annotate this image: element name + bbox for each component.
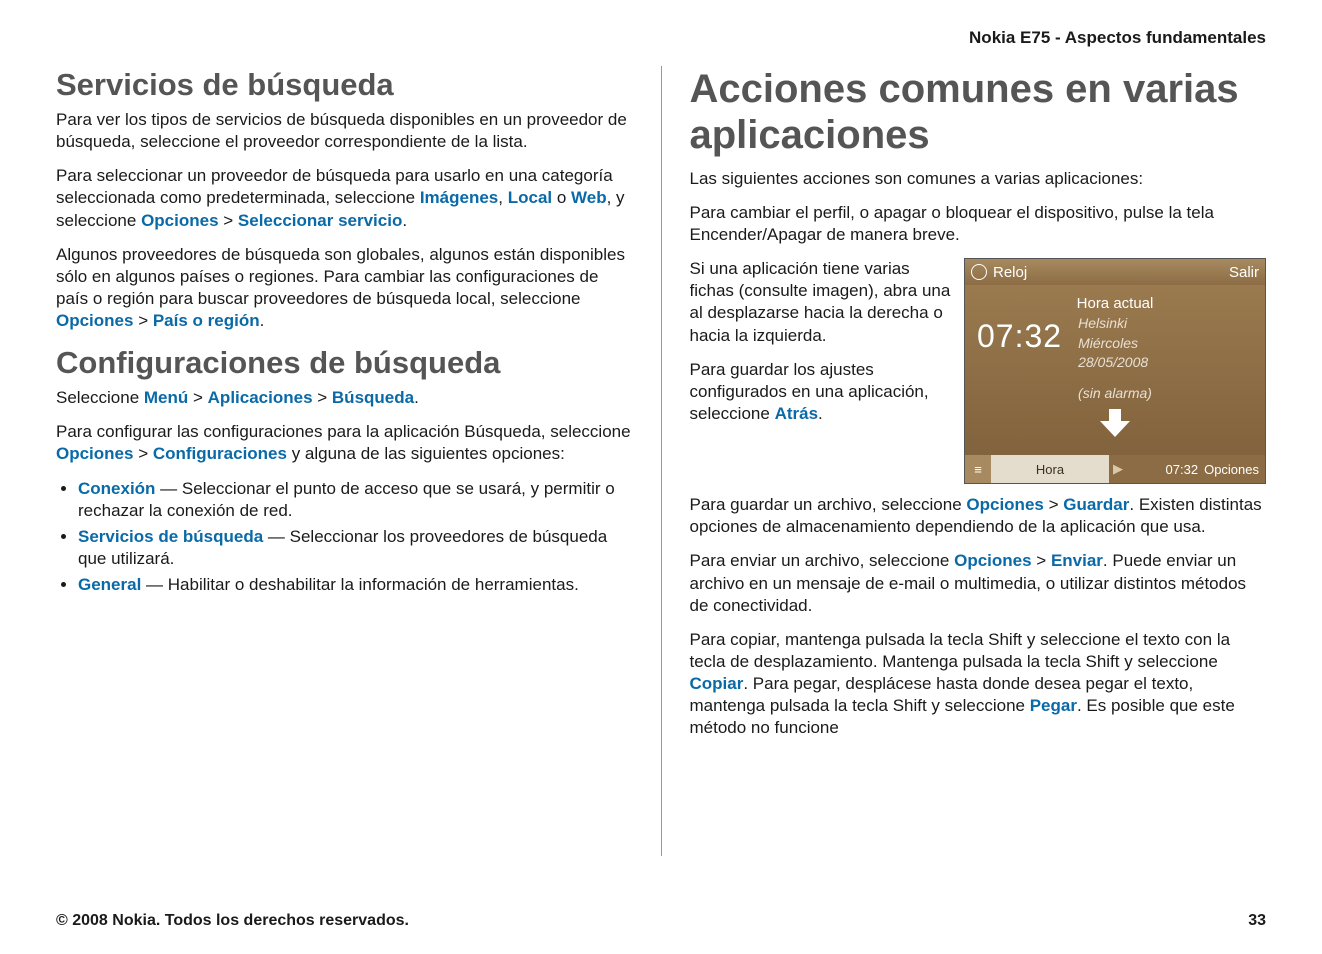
paragraph: Algunos proveedores de búsqueda son glob… [56, 244, 633, 332]
link-imagenes: Imágenes [420, 188, 498, 207]
heading-common-actions: Acciones comunes en varias aplicaciones [690, 66, 1267, 158]
phone-info: Helsinki Miércoles 28/05/2008 [1078, 314, 1148, 373]
clock-icon [971, 264, 987, 280]
link-atras: Atrás [775, 404, 818, 423]
term-general: General [78, 575, 141, 594]
page-header: Nokia E75 - Aspectos fundamentales [56, 28, 1266, 48]
link-local: Local [508, 188, 552, 207]
link-pais-region: País o región [153, 311, 260, 330]
link-copiar: Copiar [690, 674, 744, 693]
link-opciones: Opciones [56, 311, 133, 330]
paragraph: Para configurar las configuraciones para… [56, 421, 633, 465]
paragraph: Para copiar, mantenga pulsada la tecla S… [690, 629, 1267, 739]
two-column-layout: Servicios de búsqueda Para ver los tipos… [56, 66, 1266, 856]
phone-exit-label: Salir [1229, 264, 1259, 281]
bullet-list: Conexión — Seleccionar el punto de acces… [56, 478, 633, 596]
phone-tab-bar: ≡ Hora ▶ 07:32 Opciones [965, 455, 1265, 483]
link-aplicaciones: Aplicaciones [208, 388, 313, 407]
phone-alarm-status: (sin alarma) [977, 385, 1253, 401]
link-opciones: Opciones [56, 444, 133, 463]
link-enviar: Enviar [1051, 551, 1103, 570]
paragraph: Seleccione Menú > Aplicaciones > Búsqued… [56, 387, 633, 409]
phone-time: 07:32 [977, 314, 1062, 373]
chevron-right-icon: ▶ [1109, 455, 1127, 483]
paragraph: Las siguientes acciones son comunes a va… [690, 168, 1267, 190]
paragraph: Para ver los tipos de servicios de búsqu… [56, 109, 633, 153]
phone-titlebar: Reloj Salir [965, 259, 1265, 285]
link-guardar: Guardar [1063, 495, 1129, 514]
paragraph: Para cambiar el perfil, o apagar o bloqu… [690, 202, 1267, 246]
copyright: © 2008 Nokia. Todos los derechos reserva… [56, 912, 409, 930]
paragraph: Para seleccionar un proveedor de búsqued… [56, 165, 633, 231]
link-opciones: Opciones [966, 495, 1043, 514]
phone-hora-actual: Hora actual [977, 295, 1253, 312]
page-number: 33 [1248, 912, 1266, 930]
paragraph: Para guardar un archivo, seleccione Opci… [690, 494, 1267, 538]
link-opciones: Opciones [141, 211, 218, 230]
tab-hora: Hora [991, 455, 1109, 483]
arrow-down-icon [1100, 409, 1130, 439]
term-servicios: Servicios de búsqueda [78, 527, 263, 546]
list-item: Conexión — Seleccionar el punto de acces… [78, 478, 633, 522]
heading-search-config: Configuraciones de búsqueda [56, 344, 633, 381]
list-item: General — Habilitar o deshabilitar la in… [78, 574, 633, 596]
list-item: Servicios de búsqueda — Seleccionar los … [78, 526, 633, 570]
link-opciones: Opciones [954, 551, 1031, 570]
phone-softkey-right: 07:32 Opciones [1127, 455, 1265, 483]
link-configuraciones: Configuraciones [153, 444, 287, 463]
paragraph: Para enviar un archivo, seleccione Opcio… [690, 550, 1267, 616]
phone-screenshot: Reloj Salir Hora actual 07:32 Helsinki M… [964, 258, 1266, 484]
page-footer: © 2008 Nokia. Todos los derechos reserva… [56, 912, 1266, 930]
phone-app-title: Reloj [993, 264, 1027, 281]
right-column: Acciones comunes en varias aplicaciones … [661, 66, 1267, 856]
link-pegar: Pegar [1030, 696, 1077, 715]
link-seleccionar-servicio: Seleccionar servicio [238, 211, 402, 230]
link-menu: Menú [144, 388, 188, 407]
term-conexion: Conexión [78, 479, 155, 498]
link-web: Web [571, 188, 607, 207]
left-column: Servicios de búsqueda Para ver los tipos… [56, 66, 661, 856]
link-busqueda: Búsqueda [332, 388, 414, 407]
heading-search-services: Servicios de búsqueda [56, 66, 633, 103]
list-icon: ≡ [965, 455, 991, 483]
